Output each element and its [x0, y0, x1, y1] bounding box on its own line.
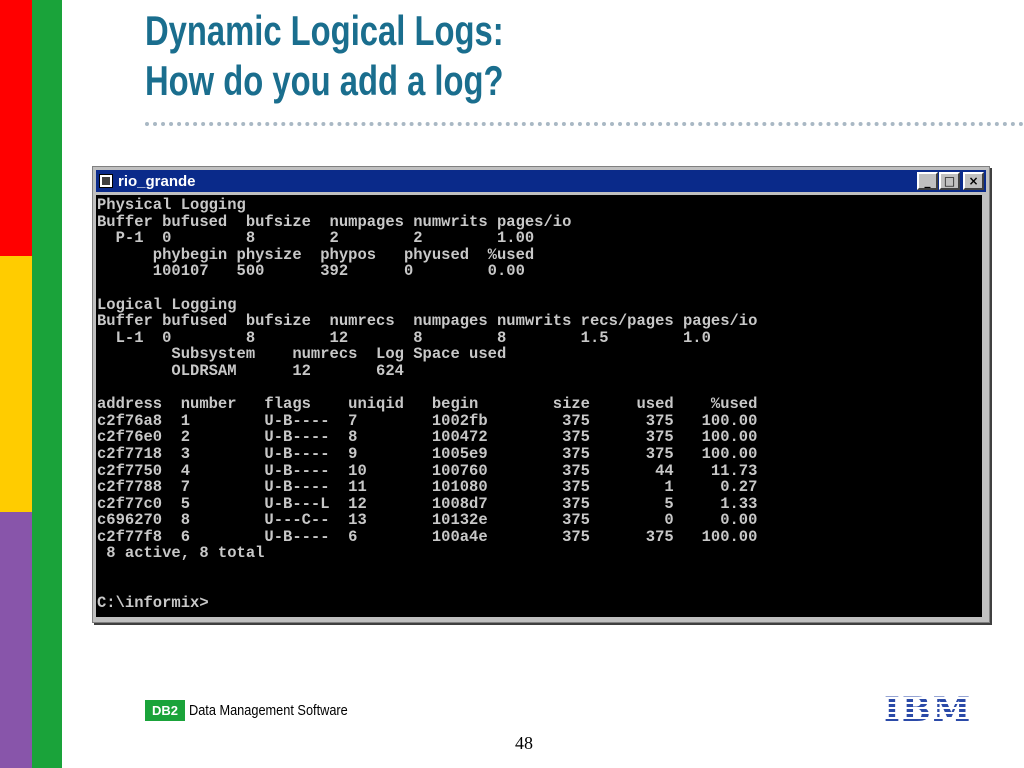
console-line: c2f76a8 1 U-B---- 7 1002fb 375 375 100.0… [97, 411, 758, 430]
console-window[interactable]: rio_grande _ □ × Physical Logging Buffer … [92, 166, 990, 623]
product-name: Data Management Software [189, 702, 348, 719]
dotted-divider [145, 122, 1024, 126]
console-output[interactable]: Physical Logging Buffer bufused bufsize n… [96, 195, 982, 617]
ibm-logo: IBM [884, 690, 973, 730]
left-bar-red [0, 0, 32, 256]
maximize-button[interactable]: □ [939, 172, 960, 190]
console-line: L-1 0 8 12 8 8 1.5 1.0 [97, 328, 711, 347]
slide-title-line2: How do you add a log? [145, 57, 504, 104]
console-line: c2f7718 3 U-B---- 9 1005e9 375 375 100.0… [97, 444, 758, 463]
console-line: Logical Logging [97, 295, 237, 314]
window-titlebar[interactable]: rio_grande _ □ × [96, 170, 986, 192]
console-line: P-1 0 8 2 2 1.00 [97, 229, 535, 248]
console-line: c2f76e0 2 U-B---- 8 100472 375 375 100.0… [97, 428, 758, 447]
page-number: 48 [515, 733, 533, 753]
console-line: c2f77f8 6 U-B---- 6 100a4e 375 375 100.0… [97, 527, 758, 546]
left-bar-yellow [0, 256, 32, 512]
console-line: C:\informix> [97, 594, 209, 613]
console-line: 8 active, 8 total [97, 544, 265, 563]
window-controls: _ □ × [916, 172, 984, 190]
close-button[interactable]: × [963, 172, 984, 190]
console-line: address number flags uniqid begin size u… [97, 395, 758, 414]
left-bar-purple [0, 512, 32, 768]
console-line: c2f7750 4 U-B---- 10 100760 375 44 11.73 [97, 461, 758, 480]
console-app-icon[interactable] [99, 174, 113, 188]
console-line: Buffer bufused bufsize numrecs numpages … [97, 312, 758, 331]
window-title: rio_grande [118, 172, 196, 190]
console-line: c2f7788 7 U-B---- 11 101080 375 1 0.27 [97, 478, 758, 497]
console-line: 100107 500 392 0 0.00 [97, 262, 525, 281]
minimize-button[interactable]: _ [917, 172, 938, 190]
console-line: Physical Logging [97, 196, 246, 214]
console-line: OLDRSAM 12 624 [97, 361, 404, 380]
slide-title: Dynamic Logical Logs: How do you add a l… [145, 6, 504, 106]
console-line: Buffer bufused bufsize numpages numwrits… [97, 212, 572, 231]
console-line: c2f77c0 5 U-B---L 12 1008d7 375 5 1.33 [97, 494, 758, 513]
console-line: Subsystem numrecs Log Space used [97, 345, 507, 364]
slide-title-line1: Dynamic Logical Logs: [145, 7, 504, 54]
console-line: c696270 8 U---C-- 13 10132e 375 0 0.00 [97, 511, 758, 530]
db2-badge: DB2 [145, 700, 185, 721]
console-line: phybegin physize phypos phyused %used [97, 245, 535, 264]
left-bar-green [32, 0, 62, 768]
